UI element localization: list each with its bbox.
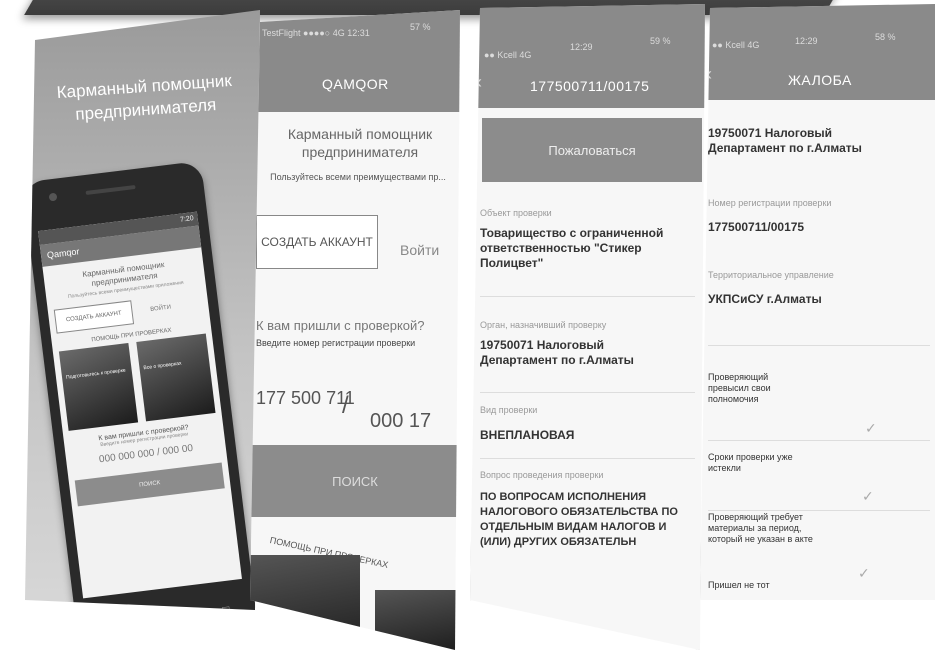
complaint-panel: ‹ ●● Kcell 4G 12:29 58 % ЖАЛОБА 19750071…: [700, 4, 935, 600]
registration-label: Номер регистрации проверки: [708, 198, 832, 208]
back-chevron-icon[interactable]: ‹: [706, 64, 712, 85]
nav-title: QAMQOR: [322, 76, 389, 92]
checkmark-icon[interactable]: ✓: [862, 488, 874, 505]
help-card-image-2[interactable]: [375, 590, 460, 650]
field-label: Вопрос проведения проверки: [480, 470, 604, 480]
registration-number-field[interactable]: 177 500 711: [256, 388, 355, 409]
divider: [708, 345, 930, 346]
recents-square-icon[interactable]: □: [221, 603, 230, 610]
phone-card-prepare[interactable]: Подготовьтесь к проверке: [58, 342, 139, 431]
registration-value: 177500711/00175: [708, 220, 805, 234]
registration-suffix-field[interactable]: 000 17: [370, 410, 431, 433]
field-value: ПО ВОПРОСАМ ИСПОЛНЕНИЯ НАЛОГОВОГО ОБЯЗАТ…: [480, 491, 678, 548]
nav-title: ЖАЛОБА: [788, 72, 852, 88]
nav-title: 177500711/00175: [530, 78, 650, 94]
complaint-option[interactable]: Сроки проверки уже истекли: [708, 452, 808, 474]
checkmark-icon[interactable]: ✓: [865, 420, 877, 437]
complaint-nav-bar: ‹ ●● Kcell 4G 12:29 58 % ЖАЛОБА: [700, 4, 935, 100]
phone-screen: 7:20 Qamqor Карманный помощник предприни…: [38, 211, 242, 599]
create-account-button[interactable]: СОЗДАТЬ АККАУНТ: [256, 215, 378, 269]
inspection-question: К вам пришли с проверкой?: [256, 318, 425, 333]
back-chevron-icon[interactable]: ‹: [476, 72, 482, 93]
phone-create-account-button[interactable]: СОЗДАТЬ АККАУНТ: [53, 300, 135, 334]
divider: [480, 296, 695, 297]
field-label: Вид проверки: [480, 405, 538, 415]
home-title: Карманный помощник предпринимателя: [287, 126, 433, 160]
organ-value: 19750071 Налоговый Департамент по г.Алма…: [708, 126, 862, 155]
field-value: ВНЕПЛАНОВАЯ: [480, 428, 575, 442]
phone-search-button[interactable]: ПОИСК: [74, 462, 225, 507]
battery-indicator: 58 %: [875, 32, 896, 42]
status-bar: TestFlight ●●●●○ 4G 12:31: [262, 28, 370, 38]
help-card-image[interactable]: [250, 555, 360, 650]
status-time: 12:29: [570, 42, 593, 52]
checkmark-icon[interactable]: ✓: [858, 565, 870, 582]
battery-indicator: 57 %: [410, 22, 431, 32]
phone-mockup: 7:20 Qamqor Карманный помощник предприни…: [25, 160, 258, 632]
phone-login-link[interactable]: ВОЙТИ: [150, 305, 171, 313]
status-bar: ●● Kcell 4G: [712, 40, 760, 50]
back-triangle-icon[interactable]: ◁: [102, 617, 113, 632]
field-value: 19750071 Налоговый Департамент по г.Алма…: [480, 338, 634, 367]
divider: [708, 440, 930, 441]
splash-title: Карманный помощник предпринимателя: [56, 70, 233, 124]
inspection-details-panel: ‹ ●● Kcell 4G 12:29 59 % 177500711/00175…: [470, 4, 705, 650]
complaint-option[interactable]: Проверяющий требует материалы за период,…: [708, 512, 818, 545]
complaint-option[interactable]: Пришел не тот: [708, 580, 808, 591]
field-label: Орган, назначивший проверку: [480, 320, 607, 330]
battery-indicator: 59 %: [650, 36, 671, 46]
field-label: Объект проверки: [480, 208, 552, 218]
search-button[interactable]: ПОИСК: [250, 445, 460, 517]
details-nav-bar: ‹ ●● Kcell 4G 12:29 59 % 177500711/00175: [470, 4, 705, 108]
divider: [480, 392, 695, 393]
complain-button[interactable]: Пожаловаться: [482, 118, 702, 182]
login-link[interactable]: Войти: [400, 242, 439, 258]
number-separator: /: [342, 392, 349, 419]
divider: [480, 458, 695, 459]
phone-card-about[interactable]: Все о проверках: [136, 333, 216, 422]
home-subtitle: Пользуйтесь всеми преимуществами пр...: [270, 172, 446, 182]
field-value: Товарищество с ограниченной ответственно…: [480, 226, 664, 270]
status-bar: ●● Kcell 4G: [484, 50, 532, 60]
phone-nav-bar: ◁ ○ □: [76, 599, 256, 632]
status-time: 12:29: [795, 36, 818, 46]
divider: [708, 510, 930, 511]
camera-icon: [48, 192, 58, 202]
home-panel: TestFlight ●●●●○ 4G 12:31 57 % QAMQOR Ка…: [250, 10, 460, 650]
home-circle-icon[interactable]: ○: [163, 610, 172, 611]
territory-label: Территориальное управление: [708, 270, 834, 280]
home-nav-bar: TestFlight ●●●●○ 4G 12:31 57 % QAMQOR: [250, 10, 460, 112]
inspection-question-hint: Введите номер регистрации проверки: [256, 338, 416, 348]
speaker-grille: [85, 184, 136, 196]
splash-panel: Карманный помощник предпринимателя 7:20 …: [25, 10, 260, 632]
territory-value: УКПСиСУ г.Алматы: [708, 292, 822, 306]
complaint-option[interactable]: Проверяющий превысил свои полномочия: [708, 372, 798, 405]
